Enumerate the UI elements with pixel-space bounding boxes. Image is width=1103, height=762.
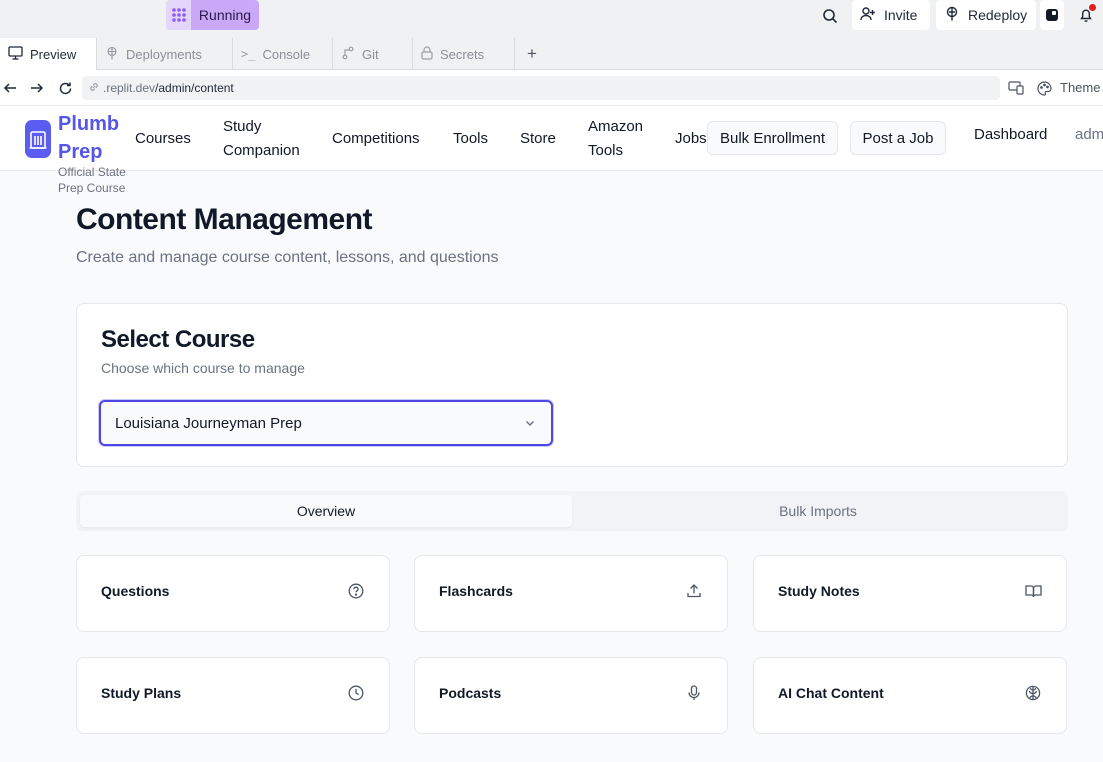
tab-git[interactable]: Git [333,38,413,70]
theme-label[interactable]: Theme [1060,80,1100,95]
tile-label: Questions [101,583,170,599]
tile-label: Flashcards [439,583,513,599]
help-circle-icon [347,582,365,600]
tile-podcasts[interactable]: Podcasts [414,657,728,734]
tile-label: Podcasts [439,685,502,701]
lock-icon [421,45,433,63]
refresh-icon[interactable] [55,78,75,98]
invite-label: Invite [884,7,918,23]
back-arrow-icon[interactable] [0,78,20,98]
post-job-button[interactable]: Post a Job [850,121,946,155]
card-subtitle: Choose which course to manage [101,360,305,376]
tab-label: Git [362,46,379,62]
run-status-button[interactable]: Running [191,0,259,30]
redeploy-button[interactable]: Redeploy [936,0,1036,30]
nav-amazon-tools[interactable]: Amazon Tools [588,115,658,163]
course-select[interactable]: Louisiana Journeyman Prep [99,400,553,446]
search-icon[interactable] [818,4,842,28]
tile-questions[interactable]: Questions [76,555,390,632]
tile-label: Study Notes [778,583,860,599]
page-title: Content Management [76,203,373,236]
monitor-icon [8,45,23,63]
tab-label: Console [262,46,311,62]
url-field[interactable]: .replit.dev/admin/content [82,76,1000,100]
building-logo-icon[interactable] [25,120,51,158]
git-icon [341,46,355,63]
brain-icon [1024,684,1042,702]
replit-topbar: Running Invite Redeploy [0,0,1103,38]
deploy-icon [944,6,960,25]
devices-icon[interactable] [1006,78,1026,98]
microphone-icon [685,684,703,702]
forward-arrow-icon[interactable] [27,78,47,98]
nav-competitions[interactable]: Competitions [332,127,420,151]
new-tab-button[interactable]: + [520,38,544,70]
tile-label: AI Chat Content [778,685,884,701]
brand-tagline: Official State Prep Course [58,165,126,195]
workspace-toggle-icon[interactable] [1040,0,1064,30]
workspace-tabs: Preview Deployments >_ Console Git Secre… [0,38,1103,70]
tab-secrets[interactable]: Secrets [413,38,515,70]
tab-label: Deployments [126,46,202,62]
link-icon [88,81,100,96]
selected-course: Louisiana Journeyman Prep [115,414,302,432]
redeploy-label: Redeploy [968,7,1028,23]
nav-store[interactable]: Store [520,127,556,151]
notification-dot [1089,4,1096,11]
tab-overview[interactable]: Overview [80,495,572,527]
invite-button[interactable]: Invite [852,0,930,30]
tile-flashcards[interactable]: Flashcards [414,555,728,632]
tile-ai-chat-content[interactable]: AI Chat Content [753,657,1067,734]
url-host: .replit.dev [103,81,156,95]
bulk-enrollment-button[interactable]: Bulk Enrollment [707,121,838,155]
nav-admin[interactable]: admin [1075,126,1103,143]
terminal-icon: >_ [241,47,256,61]
nav-courses[interactable]: Courses [135,127,191,151]
url-path: /admin/content [155,81,234,95]
tab-bulk-imports[interactable]: Bulk Imports [572,495,1064,527]
bell-icon[interactable] [1074,3,1098,27]
add-user-icon [860,6,876,25]
tab-label: Preview [30,46,77,62]
tab-label: Secrets [440,46,485,62]
tile-label: Study Plans [101,685,182,701]
nav-tools[interactable]: Tools [453,127,488,151]
brand-name[interactable]: Plumb Prep [58,110,128,166]
upload-icon [685,582,703,600]
nav-jobs[interactable]: Jobs [675,127,708,151]
page-subtitle: Create and manage course content, lesson… [76,249,499,266]
tile-study-plans[interactable]: Study Plans [76,657,390,734]
clock-icon [347,684,365,702]
content-tabs: Overview Bulk Imports [76,491,1068,531]
tab-console[interactable]: >_ Console [233,38,333,70]
run-grid-icon[interactable] [166,0,192,30]
tile-study-notes[interactable]: Study Notes [753,555,1067,632]
tab-preview[interactable]: Preview [0,38,97,70]
select-course-card: Select Course Choose which course to man… [76,303,1068,467]
nav-study-companion[interactable]: Study Companion [223,115,313,163]
nav-dashboard[interactable]: Dashboard [974,126,1047,143]
chevron-down-icon [523,416,537,430]
palette-icon[interactable] [1034,78,1054,98]
app-header: Plumb Prep Courses Study Companion Compe… [0,106,1103,171]
card-title: Select Course [101,326,255,353]
address-bar: .replit.dev/admin/content Theme [0,70,1103,106]
tab-deployments[interactable]: Deployments [97,38,233,70]
deploy-icon [105,46,119,63]
book-open-icon [1024,582,1042,600]
